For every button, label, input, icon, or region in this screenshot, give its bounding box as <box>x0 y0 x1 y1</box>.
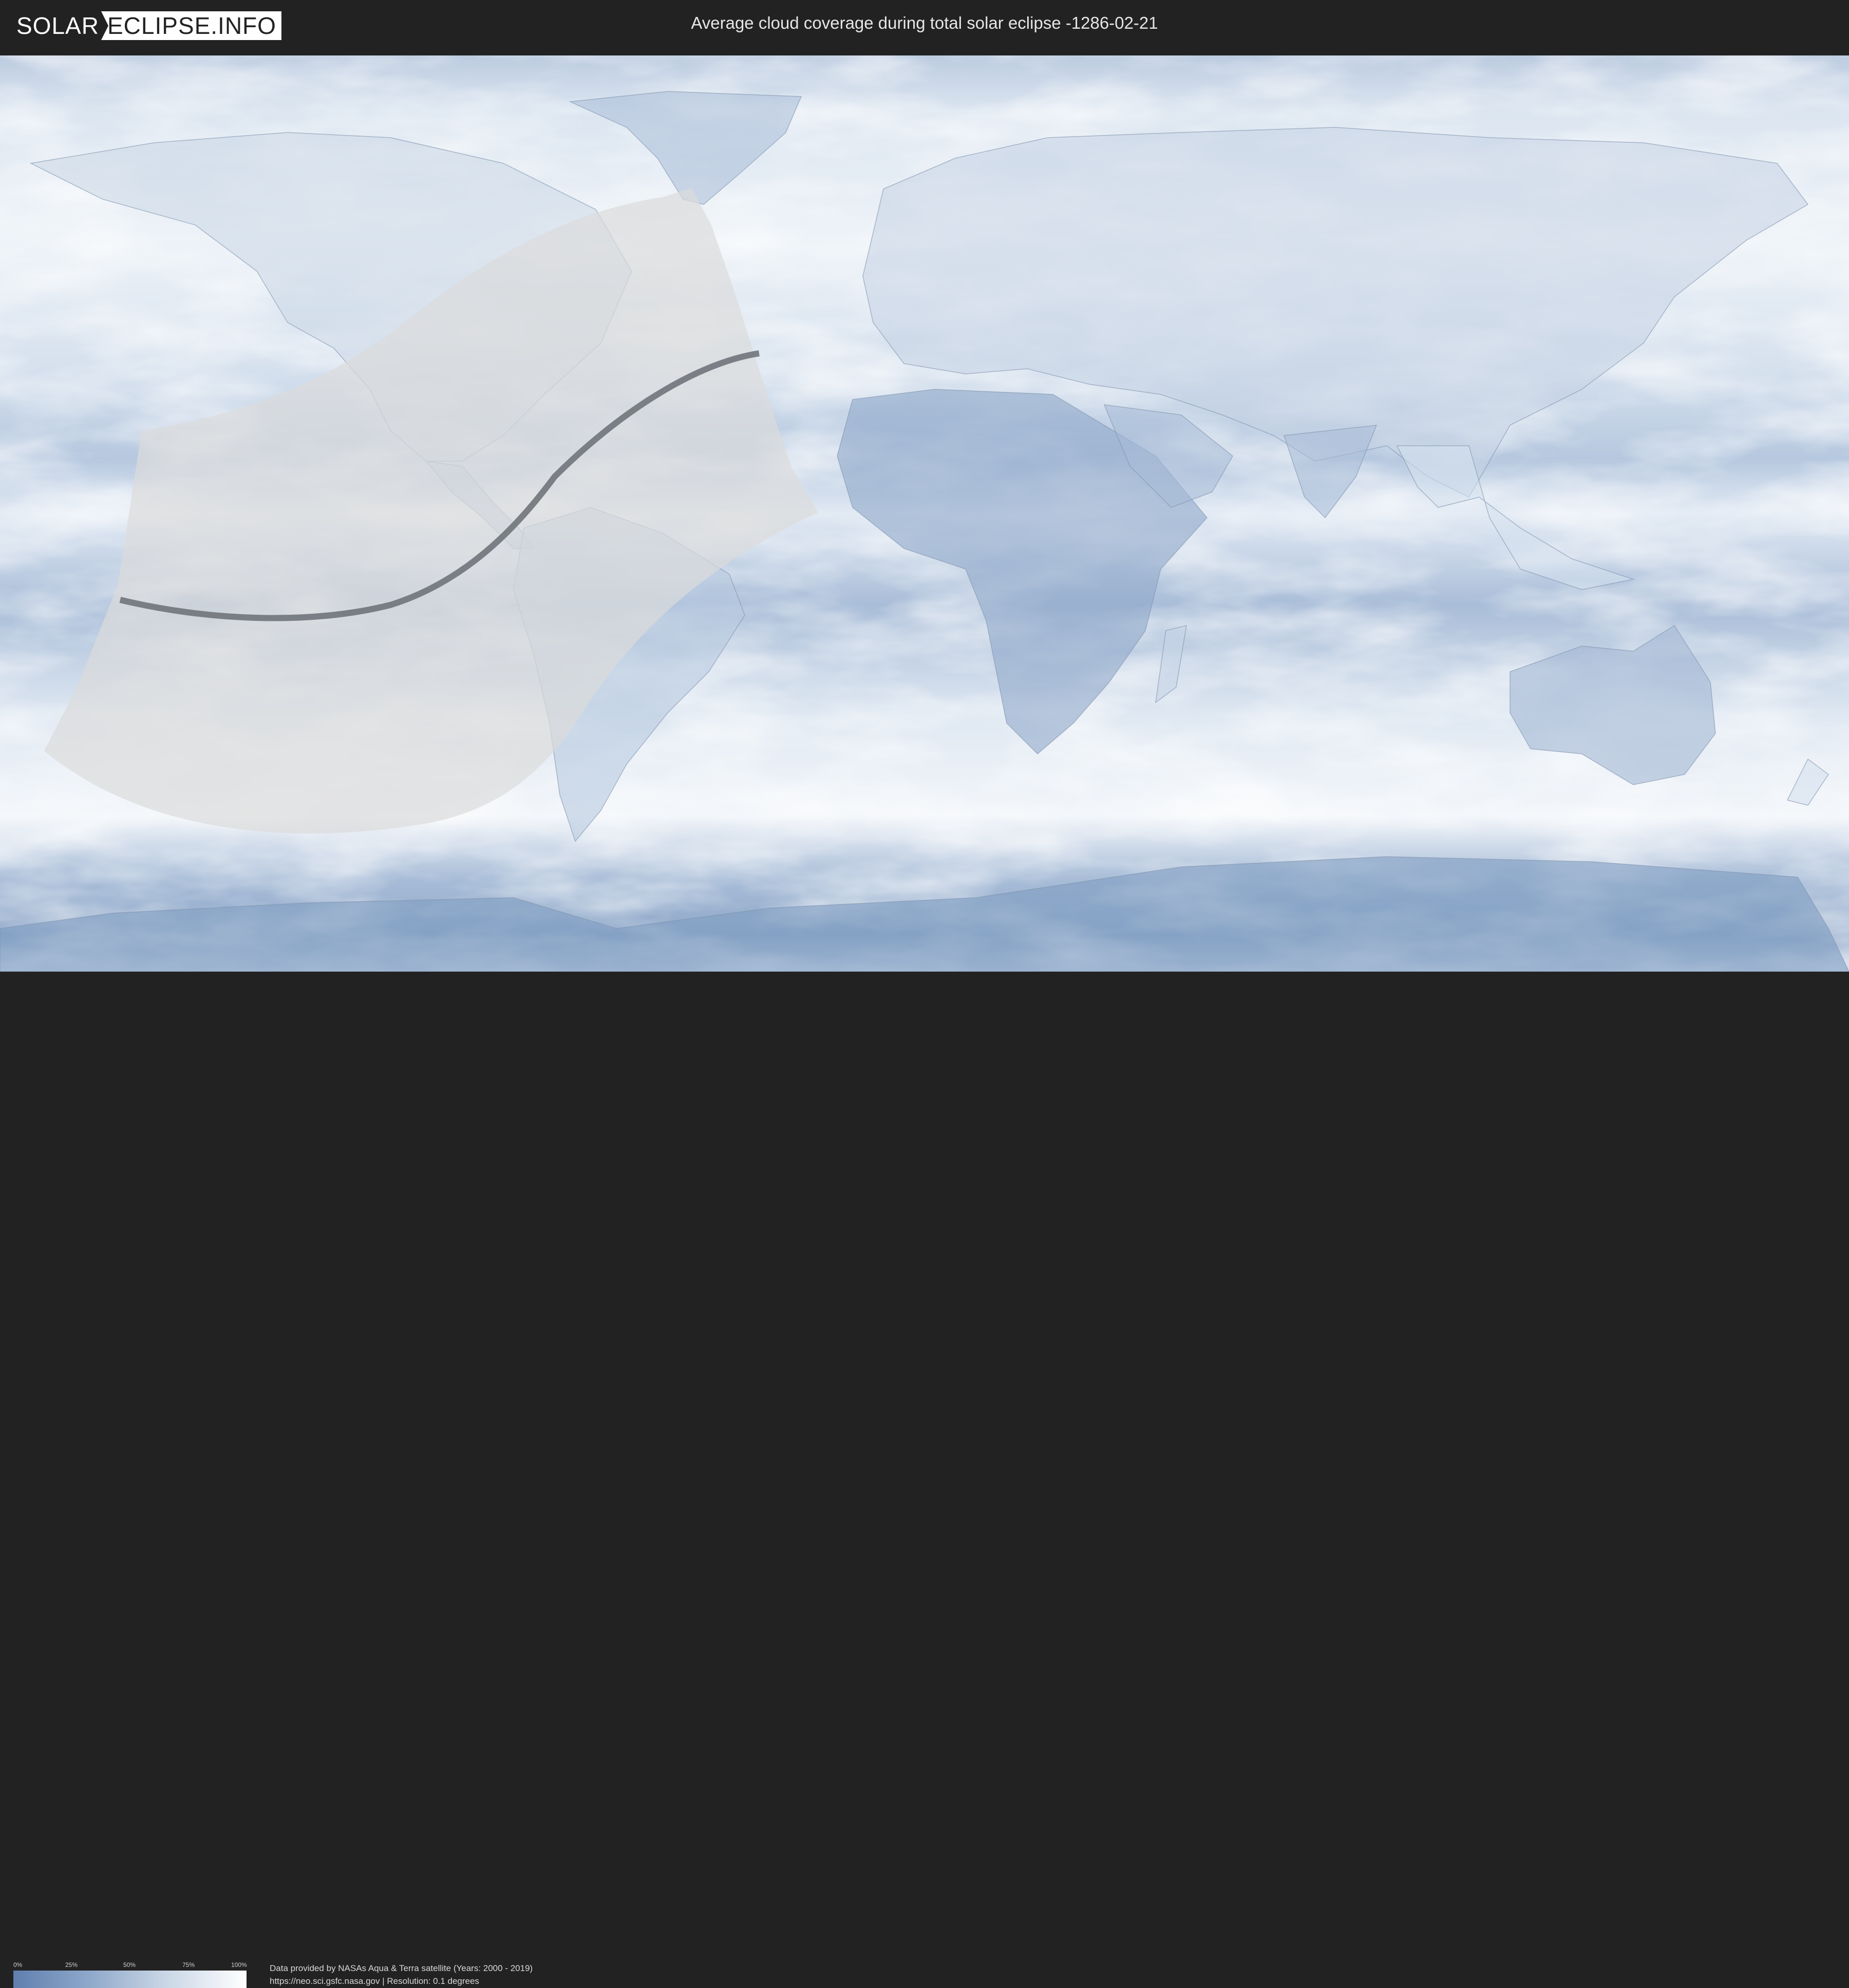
cloud-coverage-scale-bar <box>13 1971 247 1988</box>
scale-tick-50: 50% <box>123 1961 136 1968</box>
scale-tick-0: 0% <box>13 1961 23 1968</box>
source-url: https://neo.sci.gsfc.nasa.gov | Resoluti… <box>270 1976 479 1986</box>
scale-tick-75: 75% <box>182 1961 195 1968</box>
header-bar: SOLAR ECLIPSE.INFO Average cloud coverag… <box>0 0 1849 51</box>
data-credit: Data provided by NASAs Aqua & Terra sate… <box>270 1963 533 1973</box>
page-title: Average cloud coverage during total sola… <box>691 13 1158 32</box>
scale-tick-25: 25% <box>65 1961 78 1968</box>
cloud-coverage-map <box>0 55 1849 972</box>
scale-tick-100: 100% <box>231 1961 247 1968</box>
footer-bar: 0% 25% 50% 75% 100% Data provided by NAS… <box>0 973 1849 1988</box>
